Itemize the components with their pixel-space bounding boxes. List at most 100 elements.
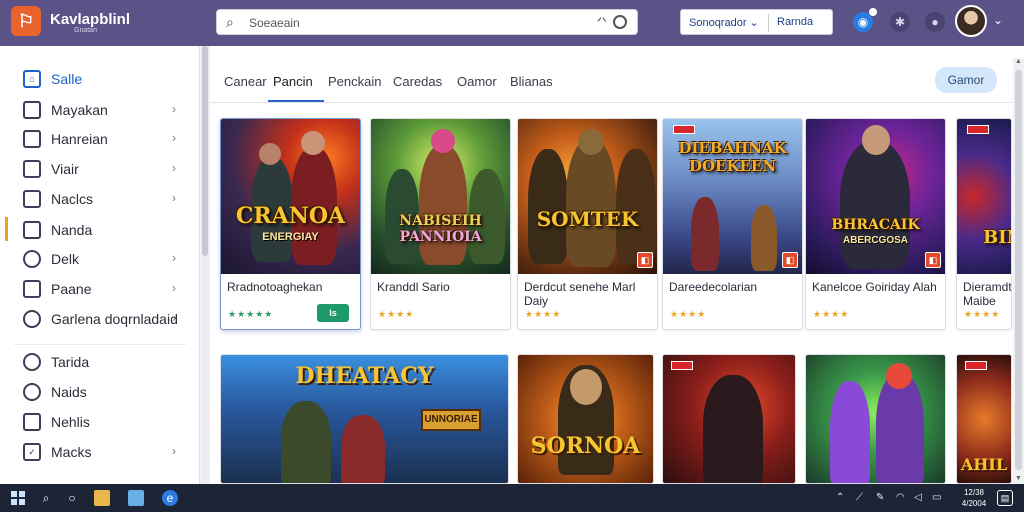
tab-1[interactable]: Pancin — [273, 74, 313, 89]
game-cover-image: DHEATACY UNNORIAE — [221, 355, 508, 483]
sidebar-item-label: Garlena doqrnladaid — [51, 311, 178, 327]
sidebar-item-12[interactable]: ✓ Macks › — [0, 439, 200, 465]
windows-start-icon[interactable] — [10, 490, 26, 506]
sidebar-item-1[interactable]: Mayakan › — [0, 97, 200, 123]
sidebar-scrollbar[interactable] — [201, 46, 209, 484]
sidebar-item-10[interactable]: Naids — [0, 379, 200, 405]
app-logo-icon[interactable]: ⚐ — [11, 6, 41, 36]
brand-corner-icon: ◧ — [637, 252, 653, 268]
cover-subtitle: ENERGIAY — [262, 231, 319, 243]
sidebar-item-label: Tarida — [51, 354, 90, 370]
battery-icon[interactable]: ▭ — [932, 492, 941, 503]
volume-icon[interactable]: ◁ — [914, 492, 922, 503]
scroll-up-icon[interactable]: ▲ — [1015, 58, 1022, 65]
laptop-icon — [23, 130, 41, 148]
search-input[interactable]: Soeaeain — [249, 16, 300, 30]
games-button[interactable]: Gamor — [935, 67, 997, 93]
clock[interactable]: 12/38 4/2004 — [957, 487, 991, 509]
window-icon — [23, 160, 41, 178]
game-cover-image: AHIL — [957, 355, 1011, 483]
pen-icon[interactable]: ✎ — [876, 492, 884, 503]
character-head — [301, 131, 325, 155]
tabs-divider — [210, 102, 1014, 103]
main-scrollbar[interactable]: ▲ ▼ — [1013, 58, 1024, 484]
game-card[interactable]: SOMTEK ◧ Derdcut senehe Marl Daiy ★★★★ — [517, 118, 658, 330]
cover-title: NABISEIH — [399, 213, 482, 229]
chevron-up-icon[interactable]: ⌃ — [836, 492, 844, 503]
character-figure — [751, 205, 777, 271]
game-card[interactable]: BIN Dieramdty Maibe ★★★★ — [956, 118, 1012, 330]
game-card[interactable]: BHRACAIK ABERCGOSA ◧ Kanelcoe Goiriday A… — [805, 118, 946, 330]
app-subtitle: Gnatan — [74, 27, 97, 34]
sidebar-item-3[interactable]: Viair › — [0, 156, 200, 182]
tab-4[interactable]: Oamor — [457, 74, 497, 89]
clock-time: 12/38 — [963, 488, 985, 497]
mic-icon[interactable]: ᐟᐠ — [597, 15, 607, 29]
game-card[interactable]: DHEATACY UNNORIAE — [220, 354, 509, 484]
clock-icon — [23, 353, 41, 371]
sidebar-item-6[interactable]: Delk › — [0, 246, 200, 272]
wifi-icon[interactable]: ◠ — [896, 492, 905, 503]
sidebar-item-label: Mayakan — [51, 102, 108, 118]
character-figure — [830, 381, 870, 483]
sidebar: ⌂ Salle Mayakan › Hanreian › Viair › Nac… — [0, 46, 200, 484]
game-card[interactable] — [662, 354, 796, 484]
sidebar-item-8[interactable]: Garlena doqrnladaid › — [0, 306, 200, 332]
character-head — [431, 129, 455, 153]
tab-2[interactable]: Penckain — [328, 74, 381, 89]
cover-title: BIN — [983, 227, 1011, 248]
install-button[interactable]: Is — [317, 304, 349, 322]
search-bar[interactable]: ⌕ Soeaeain ᐟᐠ — [216, 9, 638, 35]
network-icon[interactable]: ⟋ — [856, 492, 863, 503]
search-icon[interactable]: ⌕ — [226, 14, 234, 31]
home-icon: ⌂ — [23, 70, 41, 88]
notification-icon[interactable]: ◉ — [853, 8, 877, 32]
sidebar-item-7[interactable]: Paane › — [0, 276, 200, 302]
sidebar-item-2[interactable]: Hanreian › — [0, 126, 200, 152]
app-icon[interactable] — [128, 490, 144, 506]
task-view-icon[interactable]: ○ — [64, 490, 80, 506]
game-title: Dieramdty Maibe — [963, 280, 1012, 308]
account-icon[interactable]: ● — [925, 12, 945, 32]
file-explorer-icon[interactable] — [94, 490, 110, 506]
page-icon — [23, 280, 41, 298]
sidebar-item-label: Nanda — [51, 222, 93, 238]
avatar[interactable] — [955, 5, 987, 37]
character-figure — [341, 415, 385, 483]
scrollbar-thumb[interactable] — [202, 46, 208, 256]
sidebar-item-11[interactable]: Nehlis — [0, 409, 200, 435]
game-card[interactable]: NABISEIH PANNIOIA Kranddl Sario ★★★★ — [370, 118, 511, 330]
settings-icon[interactable]: ✱ — [890, 12, 910, 32]
game-card[interactable]: DIEBAHNAK DOEKEEN ◧ Dareedecolarian ★★★★ — [662, 118, 803, 330]
game-card[interactable]: AHIL — [956, 354, 1012, 484]
game-card[interactable] — [805, 354, 946, 484]
sidebar-item-9[interactable]: Tarida — [0, 349, 200, 375]
scrollbar-thumb[interactable] — [1015, 70, 1022, 470]
game-cover-image: CRANOA ENERGIAY — [221, 119, 360, 274]
game-cover-image: SOMTEK ◧ — [518, 119, 657, 274]
sidebar-item-5[interactable]: Nanda — [0, 217, 200, 243]
cover-title: BHRACAIK — [831, 217, 920, 233]
tab-0[interactable]: Canear — [224, 74, 267, 89]
dropdown-button[interactable]: Sonoqrador ⌄ — [689, 16, 759, 29]
scroll-down-icon[interactable]: ▼ — [1015, 475, 1022, 482]
cover-title: SORNOA — [530, 433, 641, 459]
chevron-right-icon: › — [172, 131, 176, 145]
compass-icon — [23, 383, 41, 401]
chevron-down-icon[interactable]: ⌄ — [993, 13, 1003, 27]
cover-title: AHIL — [960, 455, 1008, 474]
game-cover-image: BHRACAIK ABERCGOSA ◧ — [806, 119, 945, 274]
game-card[interactable]: CRANOA ENERGIAY Rradnotoaghekan ★★★★★ Is — [220, 118, 361, 330]
browser-icon[interactable]: e — [162, 490, 178, 506]
history-icon[interactable] — [613, 15, 627, 29]
sidebar-item-4[interactable]: Naclcs › — [0, 186, 200, 212]
notification-center-icon[interactable]: ▤ — [997, 490, 1013, 506]
sidebar-item-home[interactable]: ⌂ Salle — [0, 66, 200, 92]
character-figure — [419, 145, 467, 265]
secondary-button[interactable]: Rarnda — [777, 16, 813, 28]
game-card[interactable]: SORNOA — [517, 354, 654, 484]
search-icon[interactable]: ⌕ — [38, 490, 54, 506]
chevron-right-icon: › — [172, 444, 176, 458]
tab-3[interactable]: Caredas — [393, 74, 442, 89]
tab-5[interactable]: Blianas — [510, 74, 553, 89]
